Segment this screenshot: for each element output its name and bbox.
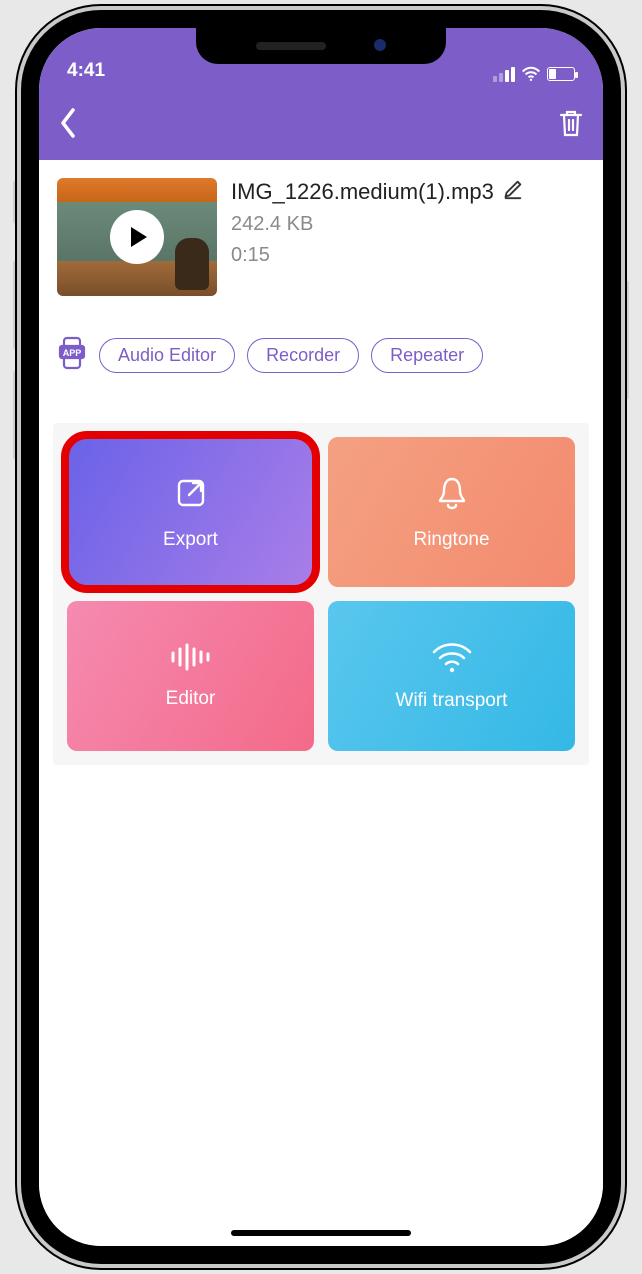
app-icon: APP (57, 336, 87, 375)
tile-export-label: Export (163, 529, 218, 551)
nav-bar (39, 90, 603, 160)
file-size: 242.4 KB (231, 213, 585, 236)
wifi-icon (521, 66, 541, 82)
file-thumbnail[interactable] (57, 178, 217, 296)
file-row: IMG_1226.medium(1).mp3 242.4 KB 0:15 (39, 160, 603, 296)
battery-icon (547, 67, 575, 81)
tile-editor-label: Editor (166, 688, 216, 710)
power-button (623, 280, 629, 400)
phone-frame: 4:41 (21, 10, 621, 1264)
tile-editor[interactable]: Editor (67, 601, 314, 751)
file-duration: 0:15 (231, 244, 585, 267)
svg-text:APP: APP (63, 348, 82, 358)
chip-audio-editor[interactable]: Audio Editor (99, 338, 235, 373)
action-grid: Export Ringtone (53, 423, 589, 765)
tile-ringtone-label: Ringtone (413, 529, 489, 551)
chip-repeater[interactable]: Repeater (371, 338, 483, 373)
pencil-icon (502, 178, 524, 200)
chips-row: APP Audio Editor Recorder Repeater (39, 296, 603, 375)
delete-button[interactable] (557, 108, 585, 143)
home-indicator[interactable] (231, 1230, 411, 1236)
tile-wifi-label: Wifi transport (396, 690, 508, 712)
content: IMG_1226.medium(1).mp3 242.4 KB 0:15 (39, 160, 603, 1246)
play-icon (110, 210, 164, 264)
silent-switch (13, 180, 19, 224)
notch (196, 28, 446, 64)
back-button[interactable] (57, 106, 79, 145)
tile-ringtone[interactable]: Ringtone (328, 437, 575, 587)
trash-icon (557, 108, 585, 138)
file-name: IMG_1226.medium(1).mp3 (231, 179, 494, 205)
waveform-icon (168, 642, 214, 672)
tile-export[interactable]: Export (67, 437, 314, 587)
volume-up-button (13, 260, 19, 350)
screen: 4:41 (39, 28, 603, 1246)
bell-icon (432, 473, 472, 513)
status-time: 4:41 (67, 60, 105, 82)
tile-wifi-transport[interactable]: Wifi transport (328, 601, 575, 751)
volume-down-button (13, 370, 19, 460)
file-meta: IMG_1226.medium(1).mp3 242.4 KB 0:15 (231, 178, 585, 267)
status-indicators (493, 66, 575, 82)
cellular-signal-icon (493, 67, 515, 82)
wifi-icon (430, 640, 474, 674)
chevron-left-icon (57, 106, 79, 140)
export-icon (171, 473, 211, 513)
rename-button[interactable] (502, 178, 524, 205)
chip-recorder[interactable]: Recorder (247, 338, 359, 373)
